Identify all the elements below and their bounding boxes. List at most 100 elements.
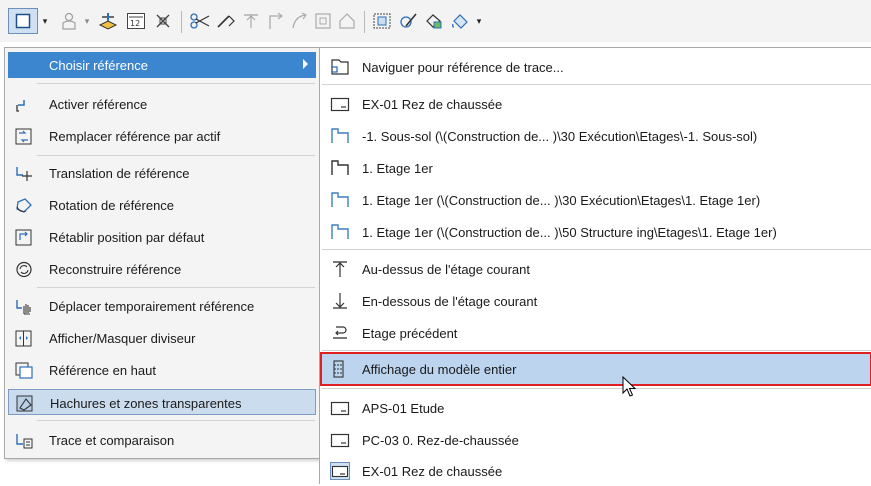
menu-item-activate-reference[interactable]: Activer référence	[8, 91, 316, 117]
story-blue-icon	[331, 192, 349, 207]
submenu-item-label: APS-01 Etude	[362, 401, 445, 416]
hatch-icon	[16, 395, 33, 412]
submenu-item-recent[interactable]: EX-01 Rez de chaussée	[322, 456, 871, 486]
grid-icon[interactable]	[370, 8, 394, 34]
menu-item-trace-compare[interactable]: Trace et comparaison	[8, 427, 316, 453]
submenu-item-whole-model[interactable]: Affichage du modèle entier	[320, 352, 871, 386]
choose-reference-submenu: Naviguer pour référence de trace... EX-0…	[319, 47, 871, 484]
scissors-icon[interactable]	[188, 8, 212, 34]
menu-item-label: Remplacer référence par actif	[49, 129, 221, 144]
submenu-item-story[interactable]: 1. Etage 1er (\(Construction de... )\30 …	[322, 185, 871, 215]
replace-reference-icon	[15, 128, 32, 145]
submenu-item-label: EX-01 Rez de chaussée	[362, 464, 503, 479]
submenu-item-browse[interactable]: Naviguer pour référence de trace...	[322, 52, 871, 82]
trace-compare-icon	[16, 434, 33, 449]
menu-item-rebuild-reference[interactable]: Reconstruire référence	[8, 256, 316, 282]
menu-separator	[37, 155, 315, 156]
menu-item-label: Reconstruire référence	[49, 262, 182, 277]
toolbar: ▾ ▾ 12 ▾	[0, 0, 871, 42]
menu-separator	[37, 83, 315, 84]
submenu-item-story[interactable]: 1. Etage 1er (\(Construction de... )\50 …	[322, 217, 871, 247]
menu-item-reference-top[interactable]: Référence en haut	[8, 357, 316, 383]
house-icon[interactable]	[336, 8, 358, 34]
layout-sheet-icon	[330, 97, 350, 112]
layout-sheet-icon	[330, 401, 350, 416]
menu-item-label: Rotation de référence	[49, 198, 175, 213]
trace-square-icon	[15, 13, 31, 29]
submenu-arrow-icon	[303, 59, 308, 69]
scale-icon[interactable]: 12	[124, 8, 148, 34]
fill-dropdown-arrow[interactable]: ▾	[474, 8, 484, 34]
story-blue-icon	[331, 224, 349, 239]
building-model-icon	[333, 360, 344, 378]
activate-reference-icon	[16, 100, 25, 112]
user-icon[interactable]	[58, 8, 80, 34]
arc-icon[interactable]	[288, 8, 310, 34]
submenu-item-label: 1. Etage 1er (\(Construction de... )\30 …	[362, 193, 761, 208]
divider-icon	[15, 330, 32, 347]
reference-top-icon	[15, 362, 33, 379]
translate-icon	[16, 167, 32, 181]
submenu-item-story[interactable]: -1. Sous-sol (\(Construction de... )\30 …	[322, 121, 871, 151]
submenu-item-label: Au-dessus de l'étage courant	[362, 262, 530, 277]
magic-wand-icon[interactable]	[214, 8, 238, 34]
menu-item-hatch-transparent[interactable]: Hachures et zones transparentes	[8, 389, 316, 415]
menu-item-label: Trace et comparaison	[49, 433, 175, 448]
menu-item-reset-position[interactable]: Rétablir position par défaut	[8, 224, 316, 250]
menu-separator	[37, 420, 315, 421]
trace-dropdown-arrow[interactable]: ▾	[40, 8, 50, 34]
submenu-item-story[interactable]: 1. Etage 1er	[322, 153, 871, 183]
undo-arrow-icon	[333, 326, 347, 339]
menu-item-label: Référence en haut	[49, 363, 156, 378]
submenu-item-label: 1. Etage 1er (\(Construction de... )\50 …	[362, 225, 777, 240]
frame-icon[interactable]	[312, 8, 334, 34]
menu-item-label: Choisir référence	[49, 58, 148, 73]
cross-icon[interactable]	[152, 8, 174, 34]
mouse-pointer-icon	[622, 376, 637, 397]
submenu-item-label: Naviguer pour référence de trace...	[362, 60, 564, 75]
submenu-item-previous-story[interactable]: Etage précédent	[322, 318, 871, 348]
menu-item-translate-reference[interactable]: Translation de référence	[8, 160, 316, 186]
corner-icon[interactable]	[264, 8, 286, 34]
reset-position-icon	[15, 229, 32, 246]
rebuild-icon	[16, 261, 32, 278]
browse-folder-icon	[331, 59, 349, 75]
pencil-icon[interactable]	[396, 8, 420, 34]
submenu-item-above-story[interactable]: Au-dessus de l'étage courant	[322, 254, 871, 284]
submenu-item-below-story[interactable]: En-dessous de l'étage courant	[322, 286, 871, 316]
fill-icon[interactable]	[448, 8, 472, 34]
submenu-separator	[322, 249, 871, 250]
menu-item-rotate-reference[interactable]: Rotation de référence	[8, 192, 316, 218]
arrow-up-icon	[333, 261, 347, 277]
submenu-item-story[interactable]: EX-01 Rez de chaussée	[322, 89, 871, 119]
menu-separator	[37, 287, 315, 288]
reference-menu: Choisir référence Activer référence Remp…	[4, 47, 320, 459]
submenu-item-label: PC-03 0. Rez-de-chaussée	[362, 433, 519, 448]
submenu-separator	[322, 388, 871, 389]
submenu-item-label: Affichage du modèle entier	[362, 362, 517, 377]
rotate-icon	[16, 198, 32, 213]
menu-item-label: Rétablir position par défaut	[49, 230, 205, 245]
submenu-item-recent[interactable]: APS-01 Etude	[322, 393, 871, 423]
toolbar-divider	[181, 11, 182, 33]
menu-item-label: Activer référence	[49, 97, 148, 112]
trace-reference-button[interactable]	[8, 8, 38, 34]
menu-item-label: Afficher/Masquer diviseur	[49, 331, 196, 346]
layer-tool-icon[interactable]	[96, 8, 120, 34]
menu-item-toggle-divider[interactable]: Afficher/Masquer diviseur	[8, 325, 316, 351]
layout-sheet-icon	[330, 433, 350, 448]
submenu-separator	[322, 84, 871, 85]
align-top-icon[interactable]	[240, 8, 262, 34]
svg-text:12: 12	[130, 19, 140, 28]
menu-item-replace-reference[interactable]: Remplacer référence par actif	[8, 123, 316, 149]
menu-item-label: Translation de référence	[49, 166, 190, 181]
menu-item-choose-reference[interactable]: Choisir référence	[8, 52, 316, 78]
menu-item-move-temporarily[interactable]: Déplacer temporairement référence	[8, 293, 316, 319]
menu-item-label: Hachures et zones transparentes	[50, 396, 242, 411]
user-dropdown-arrow[interactable]: ▾	[82, 8, 92, 34]
arrow-down-icon	[333, 293, 347, 309]
shape-icon[interactable]	[422, 8, 446, 34]
submenu-item-label: -1. Sous-sol (\(Construction de... )\30 …	[362, 129, 758, 144]
submenu-item-recent[interactable]: PC-03 0. Rez-de-chaussée	[322, 425, 871, 455]
submenu-item-label: En-dessous de l'étage courant	[362, 294, 538, 309]
